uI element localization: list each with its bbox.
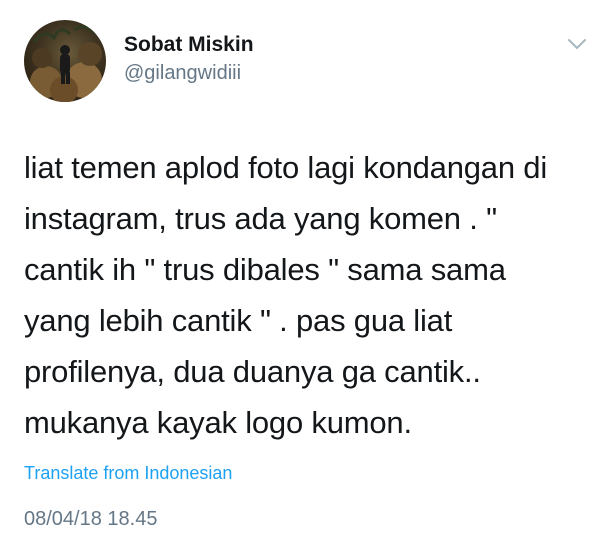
- tweet-text-line: instagram, trus ada yang komen . ": [24, 201, 497, 236]
- tweet-card: Sobat Miskin @gilangwidiii liat temen ap…: [0, 0, 612, 555]
- profile-photo-icon: [30, 25, 102, 102]
- tweet-text-line: profilenya, dua duanya ga cantik..: [24, 354, 481, 389]
- tweet-text-line: liat temen aplod foto lagi kondangan di: [24, 150, 548, 185]
- tweet-text-line: yang lebih cantik " . pas gua liat: [24, 303, 453, 338]
- username[interactable]: @gilangwidiii: [124, 62, 241, 85]
- tweet-text-line: mukanya kayak logo kumon.: [24, 405, 412, 440]
- translate-link[interactable]: Translate from Indonesian: [24, 463, 232, 484]
- tweet-timestamp[interactable]: 08/04/18 18.45: [24, 508, 157, 531]
- tweet-text-line: cantik ih " trus dibales " sama sama: [24, 252, 506, 287]
- display-name[interactable]: Sobat Miskin: [124, 33, 254, 57]
- chevron-down-icon[interactable]: [566, 36, 588, 52]
- avatar[interactable]: [24, 20, 106, 102]
- tweet-text: liat temen aplod foto lagi kondangan di …: [24, 142, 594, 448]
